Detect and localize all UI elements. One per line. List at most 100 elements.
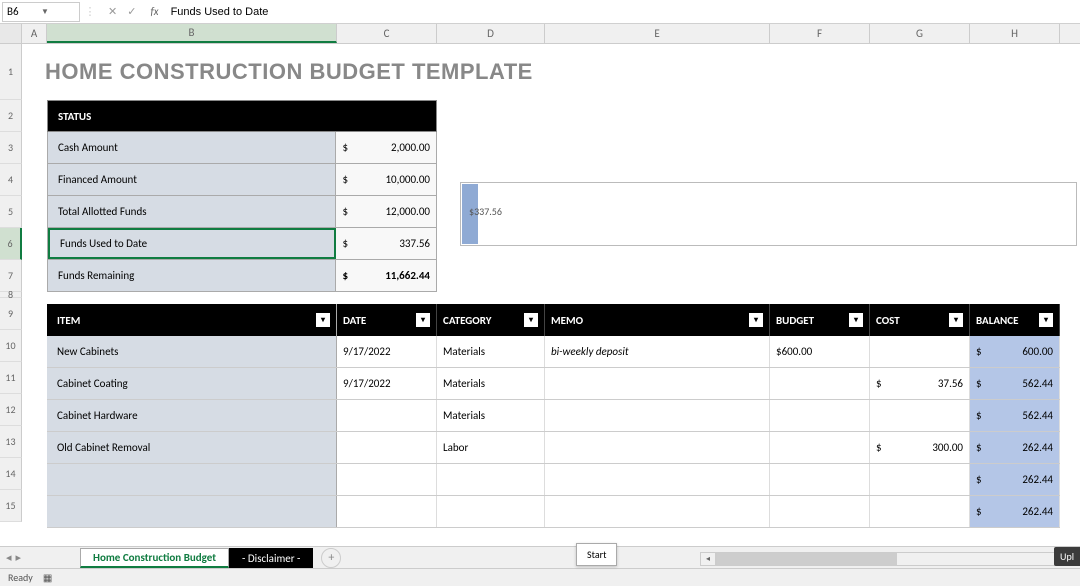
col-header-H[interactable]: H	[970, 24, 1060, 43]
col-header-C[interactable]: C	[337, 24, 437, 43]
status-row[interactable]: Total Allotted Funds $12,000.00	[47, 196, 437, 228]
table-row[interactable]: Old Cabinet Removal Labor $300.00 $262.4…	[47, 432, 1060, 464]
chevron-down-icon[interactable]: ▼	[41, 7, 75, 17]
row-header[interactable]: 1	[0, 44, 22, 100]
page-title: HOME CONSTRUCTION BUDGET TEMPLATE	[45, 59, 533, 85]
status-label: Total Allotted Funds	[48, 196, 336, 227]
cell-item	[47, 464, 337, 495]
table-row[interactable]: $262.44	[47, 464, 1060, 496]
cancel-icon[interactable]: ✕	[108, 5, 117, 18]
col-budget[interactable]: BUDGET▾	[770, 304, 870, 336]
select-all-corner[interactable]	[0, 24, 22, 43]
scroll-thumb[interactable]	[717, 553, 897, 565]
filter-icon[interactable]: ▾	[949, 313, 963, 327]
col-category[interactable]: CATEGORY▾	[437, 304, 545, 336]
tab-disclaimer[interactable]: - Disclaimer -	[229, 548, 313, 568]
table-row[interactable]: Cabinet Hardware Materials $562.44	[47, 400, 1060, 432]
status-value: $10,000.00	[336, 164, 436, 195]
filter-icon[interactable]: ▾	[749, 313, 763, 327]
cell-balance: $562.44	[970, 368, 1060, 399]
cell-budget	[770, 368, 870, 399]
col-header-G[interactable]: G	[870, 24, 970, 43]
col-balance[interactable]: BALANCE▾	[970, 304, 1060, 336]
separator: ⋮	[80, 5, 100, 18]
status-label: Funds Used to Date	[48, 228, 336, 259]
row-header[interactable]: 10	[0, 330, 22, 362]
cell-cost: $300.00	[870, 432, 970, 463]
row-header[interactable]: 11	[0, 362, 22, 394]
col-header-D[interactable]: D	[437, 24, 545, 43]
status-label: Funds Remaining	[48, 260, 336, 291]
status-row-selected[interactable]: Funds Used to Date $337.56	[47, 228, 437, 260]
scroll-track[interactable]	[716, 552, 1064, 566]
cell-item	[47, 496, 337, 527]
col-header-F[interactable]: F	[770, 24, 870, 43]
tab-home-construction[interactable]: Home Construction Budget	[80, 548, 229, 568]
chart[interactable]: $337.56	[460, 182, 1077, 246]
table-row[interactable]: $262.44	[47, 496, 1060, 528]
row-header[interactable]: 9	[0, 298, 22, 330]
row-header[interactable]: 2	[0, 100, 22, 132]
horizontal-scrollbar[interactable]: ◂ ▸	[700, 550, 1080, 568]
filter-icon[interactable]: ▾	[416, 313, 430, 327]
cell-budget	[770, 496, 870, 527]
cell-budget	[770, 464, 870, 495]
upload-badge[interactable]: Upl	[1054, 547, 1080, 566]
row-header[interactable]: 13	[0, 426, 22, 458]
accept-icon[interactable]: ✓	[127, 5, 136, 18]
table-row[interactable]: Cabinet Coating 9/17/2022 Materials $37.…	[47, 368, 1060, 400]
add-sheet-button[interactable]: +	[321, 548, 341, 568]
cell-cost	[870, 336, 970, 367]
prev-sheet-icon[interactable]: ◂	[6, 551, 12, 564]
row-header[interactable]: 3	[0, 132, 22, 164]
chart-label: $337.56	[469, 205, 502, 218]
status-row[interactable]: Funds Remaining $11,662.44	[47, 260, 437, 292]
column-headers: A B C D E F G H	[0, 24, 1080, 44]
sheet-content: HOME CONSTRUCTION BUDGET TEMPLATE STATUS…	[22, 44, 1080, 528]
cell-memo	[545, 400, 770, 431]
status-row[interactable]: Cash Amount $2,000.00	[47, 132, 437, 164]
row-header[interactable]: 5	[0, 196, 22, 228]
cell-cost: $37.56	[870, 368, 970, 399]
name-box-value: B6	[7, 5, 41, 18]
row-header[interactable]: 14	[0, 458, 22, 490]
cell-balance: $562.44	[970, 400, 1060, 431]
row-header[interactable]: 15	[0, 490, 22, 522]
status-row[interactable]: Financed Amount $10,000.00	[47, 164, 437, 196]
cell-memo: bi-weekly deposit	[545, 336, 770, 367]
next-sheet-icon[interactable]: ▸	[16, 551, 22, 564]
cell-item: New Cabinets	[47, 336, 337, 367]
cell-item: Cabinet Hardware	[47, 400, 337, 431]
cell-category	[437, 496, 545, 527]
row-header[interactable]: 4	[0, 164, 22, 196]
col-header-E[interactable]: E	[545, 24, 770, 43]
filter-icon[interactable]: ▾	[524, 313, 538, 327]
grid-area: 1 2 3 4 5 6 7 8 9 10 11 12 13 14 15 HOME…	[0, 44, 1080, 544]
name-box[interactable]: B6 ▼	[2, 2, 80, 22]
cell-date: 9/17/2022	[337, 368, 437, 399]
col-header-A[interactable]: A	[22, 24, 47, 43]
fx-icon[interactable]: fx	[144, 5, 164, 18]
col-date[interactable]: DATE▾	[337, 304, 437, 336]
formula-input[interactable]	[165, 6, 1080, 18]
cell-memo	[545, 464, 770, 495]
cell-budget	[770, 432, 870, 463]
table-row[interactable]: New Cabinets 9/17/2022 Materials bi-week…	[47, 336, 1060, 368]
filter-icon[interactable]: ▾	[849, 313, 863, 327]
cell-cost	[870, 496, 970, 527]
macro-icon[interactable]: ▦	[43, 571, 52, 584]
row-header[interactable]: 6	[0, 228, 22, 260]
start-button[interactable]: Start	[576, 543, 617, 566]
filter-icon[interactable]: ▾	[1039, 313, 1053, 327]
status-label: Financed Amount	[48, 164, 336, 195]
col-cost[interactable]: COST▾	[870, 304, 970, 336]
cell-category: Labor	[437, 432, 545, 463]
col-header-B[interactable]: B	[47, 24, 337, 43]
table-body: New Cabinets 9/17/2022 Materials bi-week…	[22, 336, 1080, 528]
row-header[interactable]: 12	[0, 394, 22, 426]
filter-icon[interactable]: ▾	[316, 313, 330, 327]
cell-memo	[545, 368, 770, 399]
col-item[interactable]: ITEM▾	[47, 304, 337, 336]
scroll-left-icon[interactable]: ◂	[700, 552, 716, 566]
col-memo[interactable]: MEMO▾	[545, 304, 770, 336]
